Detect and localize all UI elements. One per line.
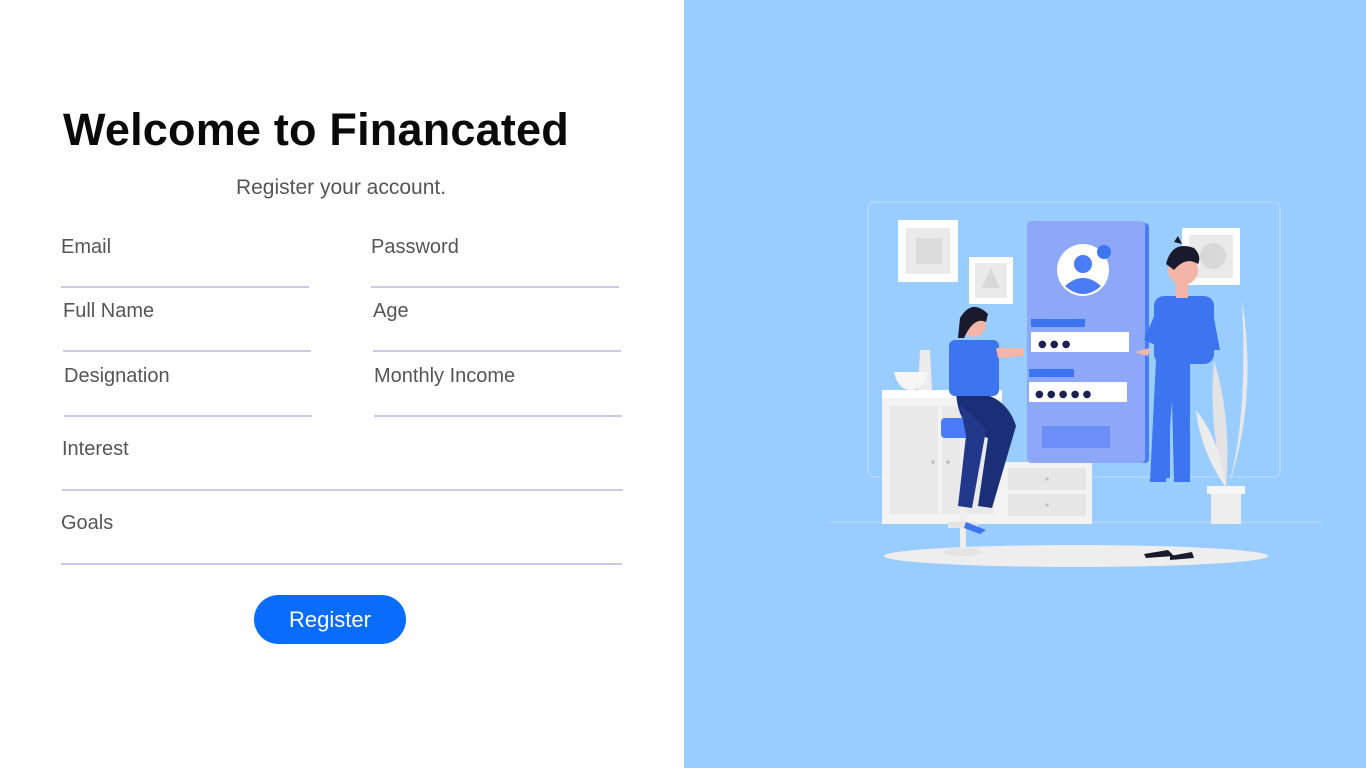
- goals-field: Goals: [61, 512, 622, 565]
- page-subtitle-text: Register your account.: [235, 176, 447, 199]
- email-label: Email: [61, 236, 112, 258]
- designation-input[interactable]: [64, 387, 312, 417]
- full-name-label: Full Name: [63, 300, 155, 322]
- page-subtitle: Register your account.: [0, 176, 684, 200]
- designation-field: Designation: [64, 365, 312, 417]
- password-input[interactable]: [371, 258, 619, 288]
- interest-label: Interest: [62, 438, 129, 460]
- interest-field: Interest: [62, 438, 623, 491]
- age-label: Age: [373, 300, 409, 322]
- interest-input[interactable]: [62, 461, 623, 491]
- monthly-income-label: Monthly Income: [374, 365, 516, 387]
- goals-label: Goals: [61, 512, 114, 534]
- registration-panel: Welcome to Financated Register your acco…: [0, 0, 684, 768]
- masked-password-long: ● ● ● ● ●: [1035, 389, 1092, 400]
- full-name-input[interactable]: [63, 322, 311, 352]
- masked-password-short: ● ● ●: [1038, 339, 1071, 350]
- age-field: Age: [373, 300, 621, 352]
- password-field: Password: [371, 236, 619, 288]
- full-name-field: Full Name: [63, 300, 311, 352]
- monthly-income-field: Monthly Income: [374, 365, 622, 417]
- registration-illustration-icon: ● ● ● ● ● ● ● ●: [828, 201, 1322, 567]
- age-input[interactable]: [373, 322, 621, 352]
- email-input[interactable]: [61, 258, 309, 288]
- goals-input[interactable]: [61, 535, 622, 565]
- designation-label: Designation: [64, 365, 170, 387]
- page-title: Welcome to Financated: [63, 104, 569, 155]
- email-field: Email: [61, 236, 309, 288]
- password-label: Password: [371, 236, 459, 258]
- register-button[interactable]: Register: [254, 595, 406, 644]
- monthly-income-input[interactable]: [374, 387, 622, 417]
